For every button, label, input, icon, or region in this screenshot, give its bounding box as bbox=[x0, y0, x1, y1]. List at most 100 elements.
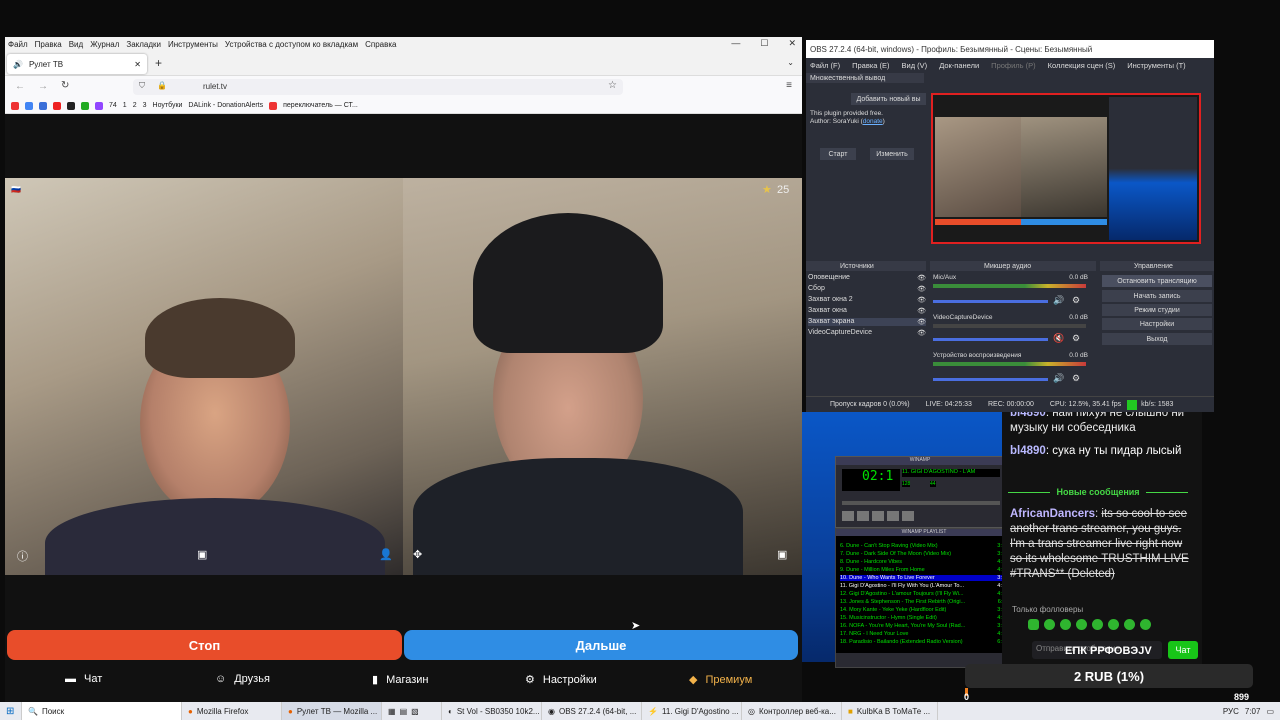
eye-icon[interactable]: 👁 bbox=[917, 318, 926, 326]
menu-bookmarks[interactable]: Закладки bbox=[126, 40, 161, 49]
bookmark-3[interactable]: 3 bbox=[143, 102, 147, 109]
volume-slider[interactable] bbox=[933, 338, 1048, 341]
winamp-seek-bar[interactable] bbox=[842, 501, 1000, 505]
eye-icon[interactable]: 👁 bbox=[917, 285, 926, 293]
taskbar-item-kulbka[interactable]: ■ KulbKa В ТоМаТе ... bbox=[842, 702, 938, 720]
playlist-item[interactable]: 12. Gigi D'Agostino - L'amour Toujours (… bbox=[840, 591, 1008, 597]
chat-username[interactable]: AfricanDancers bbox=[1010, 508, 1095, 520]
obs-menu-scenes[interactable]: Коллекция сцен (S) bbox=[1048, 61, 1116, 70]
donate-link[interactable]: donate bbox=[863, 118, 883, 125]
obs-menu-docks[interactable]: Док-панели bbox=[939, 61, 979, 70]
gear-icon[interactable]: ⚙ bbox=[1072, 333, 1080, 344]
stop-button[interactable]: Стоп bbox=[7, 630, 402, 660]
tab-list-icon[interactable]: ⌄ bbox=[787, 58, 794, 67]
emote-icon[interactable] bbox=[1108, 619, 1119, 630]
taskbar-search[interactable]: 🔍 Поиск bbox=[22, 702, 182, 720]
bookmark-donationalerts[interactable]: DALink - DonationAlerts bbox=[188, 102, 263, 109]
menu-synced-tabs[interactable]: Устройства с доступом ко вкладкам bbox=[225, 40, 358, 49]
playlist-item[interactable]: 9. Dune - Million Miles From Home4:23 bbox=[840, 567, 1008, 573]
next-icon[interactable] bbox=[902, 511, 914, 521]
playlist-item[interactable]: 13. Jones & Stephenson - The First Rebir… bbox=[840, 599, 1008, 605]
start-record-button[interactable]: Начать запись bbox=[1102, 290, 1212, 302]
speaker-icon[interactable]: 🔊 bbox=[13, 60, 23, 69]
bookmark-icon[interactable] bbox=[67, 101, 75, 110]
menu-view[interactable]: Вид bbox=[69, 40, 83, 49]
stop-stream-button[interactable]: Остановить трансляцию bbox=[1102, 275, 1212, 287]
bookmark-icon[interactable] bbox=[25, 101, 33, 110]
bookmark-icon[interactable] bbox=[95, 101, 103, 110]
menu-history[interactable]: Журнал bbox=[90, 40, 119, 49]
forward-icon[interactable]: → bbox=[38, 81, 48, 92]
eye-icon[interactable]: 👁 bbox=[917, 274, 926, 282]
settings-button[interactable]: Настройки bbox=[1102, 318, 1212, 330]
nav-premium[interactable]: ◆ Премиум bbox=[689, 673, 752, 687]
star-bookmark-icon[interactable]: ☆ bbox=[608, 80, 617, 91]
bookmark-icon[interactable] bbox=[81, 101, 89, 110]
lock-icon[interactable]: 🔒 bbox=[157, 81, 167, 90]
play-icon[interactable] bbox=[857, 511, 869, 521]
maximize-icon[interactable]: ☐ bbox=[760, 38, 768, 49]
url-bar[interactable]: ⛉ 🔒 rulet.tv ☆ bbox=[133, 79, 623, 95]
system-tray[interactable]: РУС 7:07 ▭ bbox=[1217, 702, 1280, 720]
gift-icon[interactable]: ▣ bbox=[197, 548, 207, 561]
nav-settings[interactable]: ⚙ Настройки bbox=[525, 673, 597, 687]
playlist-item[interactable]: 17. NRG - I Need Your Love4:04 bbox=[840, 631, 1008, 637]
volume-slider[interactable] bbox=[933, 300, 1048, 303]
stop-icon[interactable] bbox=[887, 511, 899, 521]
muted-speaker-icon[interactable]: 🔇 bbox=[1053, 333, 1064, 344]
bookmark-notebooks[interactable]: Ноутбуки bbox=[153, 102, 183, 109]
add-new-output-button[interactable]: Добавить новый вы bbox=[851, 93, 926, 105]
user-icon[interactable]: 👤 bbox=[379, 548, 393, 561]
gift-icon[interactable]: ▣ bbox=[777, 548, 787, 561]
app-icon[interactable]: ▦ bbox=[388, 707, 396, 716]
taskbar-item-rulet[interactable]: ● Рулет ТВ — Mozilla ... bbox=[282, 702, 382, 720]
shield-icon[interactable]: ⛉ bbox=[139, 81, 145, 91]
bookmark-1[interactable]: 1 bbox=[123, 102, 127, 109]
playlist-item[interactable]: 18. Paradisio - Bailando (Extended Radio… bbox=[840, 639, 1008, 645]
app-icon[interactable]: ▧ bbox=[411, 707, 419, 716]
source-item[interactable]: Сбор 👁 bbox=[808, 285, 926, 293]
chat-send-button[interactable]: Чат bbox=[1168, 641, 1198, 659]
app-icon[interactable]: ▤ bbox=[400, 707, 408, 716]
menu-edit[interactable]: Правка bbox=[35, 40, 62, 49]
eye-icon[interactable]: 👁 bbox=[917, 296, 926, 304]
emote-icon[interactable] bbox=[1124, 619, 1135, 630]
obs-menu-edit[interactable]: Правка (E) bbox=[852, 61, 889, 70]
bookmark-icon[interactable] bbox=[39, 101, 47, 110]
source-item[interactable]: Захват окна 👁 bbox=[808, 307, 926, 315]
pause-icon[interactable] bbox=[872, 511, 884, 521]
bookmark-icon[interactable] bbox=[53, 101, 61, 110]
playlist-item[interactable]: 7. Dune - Dark Side Of The Moon (Video M… bbox=[840, 551, 1008, 557]
chat-username[interactable]: bl4890 bbox=[1010, 412, 1046, 419]
source-item[interactable]: Захват экрана 👁 bbox=[808, 318, 926, 326]
obs-menu-profile[interactable]: Профиль (P) bbox=[991, 61, 1035, 70]
emote-icon[interactable] bbox=[1028, 619, 1039, 630]
bookmark-icon[interactable] bbox=[11, 101, 19, 110]
emote-icon[interactable] bbox=[1140, 619, 1151, 630]
menu-file[interactable]: Файл bbox=[8, 40, 28, 49]
playlist-item[interactable]: 16. NOFA - You're My Heart, You're My So… bbox=[840, 623, 1008, 629]
emote-icon[interactable] bbox=[1092, 619, 1103, 630]
eye-icon[interactable]: 👁 bbox=[917, 307, 926, 315]
notification-icon[interactable]: ▭ bbox=[1266, 707, 1274, 716]
next-button[interactable]: Дальше bbox=[404, 630, 798, 660]
nav-chat[interactable]: ▬ Чат bbox=[65, 673, 102, 685]
taskbar-item-winamp[interactable]: ⚡ 11. Gigi D'Agostino ... bbox=[642, 702, 742, 720]
source-item[interactable]: Оповещение 👁 bbox=[808, 274, 926, 282]
winamp-controls[interactable] bbox=[842, 511, 932, 521]
speaker-icon[interactable]: 🔊 bbox=[1053, 295, 1064, 306]
tab-rulet-tv[interactable]: 🔊 Рулет ТВ ✕ bbox=[7, 54, 147, 74]
taskbar-item-webcam[interactable]: ◎ Контроллер веб-ка... bbox=[742, 702, 842, 720]
menu-help[interactable]: Справка bbox=[365, 40, 396, 49]
taskbar-item-volume[interactable]: ◐ St Vol - SB0350 10k2... bbox=[442, 702, 542, 720]
source-item[interactable]: Захват окна 2 👁 bbox=[808, 296, 926, 304]
reload-icon[interactable]: ↻ bbox=[61, 80, 69, 91]
menu-hamburger-icon[interactable]: ≡ bbox=[786, 80, 792, 91]
new-tab-icon[interactable]: + bbox=[155, 56, 162, 70]
playlist-item[interactable]: 14. Mory Kante - Yeke Yeke (Hardfloor Ed… bbox=[840, 607, 1008, 613]
studio-mode-button[interactable]: Режим студии bbox=[1102, 304, 1212, 316]
gear-icon[interactable]: ⚙ bbox=[1072, 295, 1080, 306]
playlist-item[interactable]: 11. Gigi D'Agostino - I'll Fly With You … bbox=[840, 583, 1008, 589]
playlist-item[interactable]: 15. Musicinstructor - Hymn (Single Edit)… bbox=[840, 615, 1008, 621]
emote-icon[interactable] bbox=[1060, 619, 1071, 630]
